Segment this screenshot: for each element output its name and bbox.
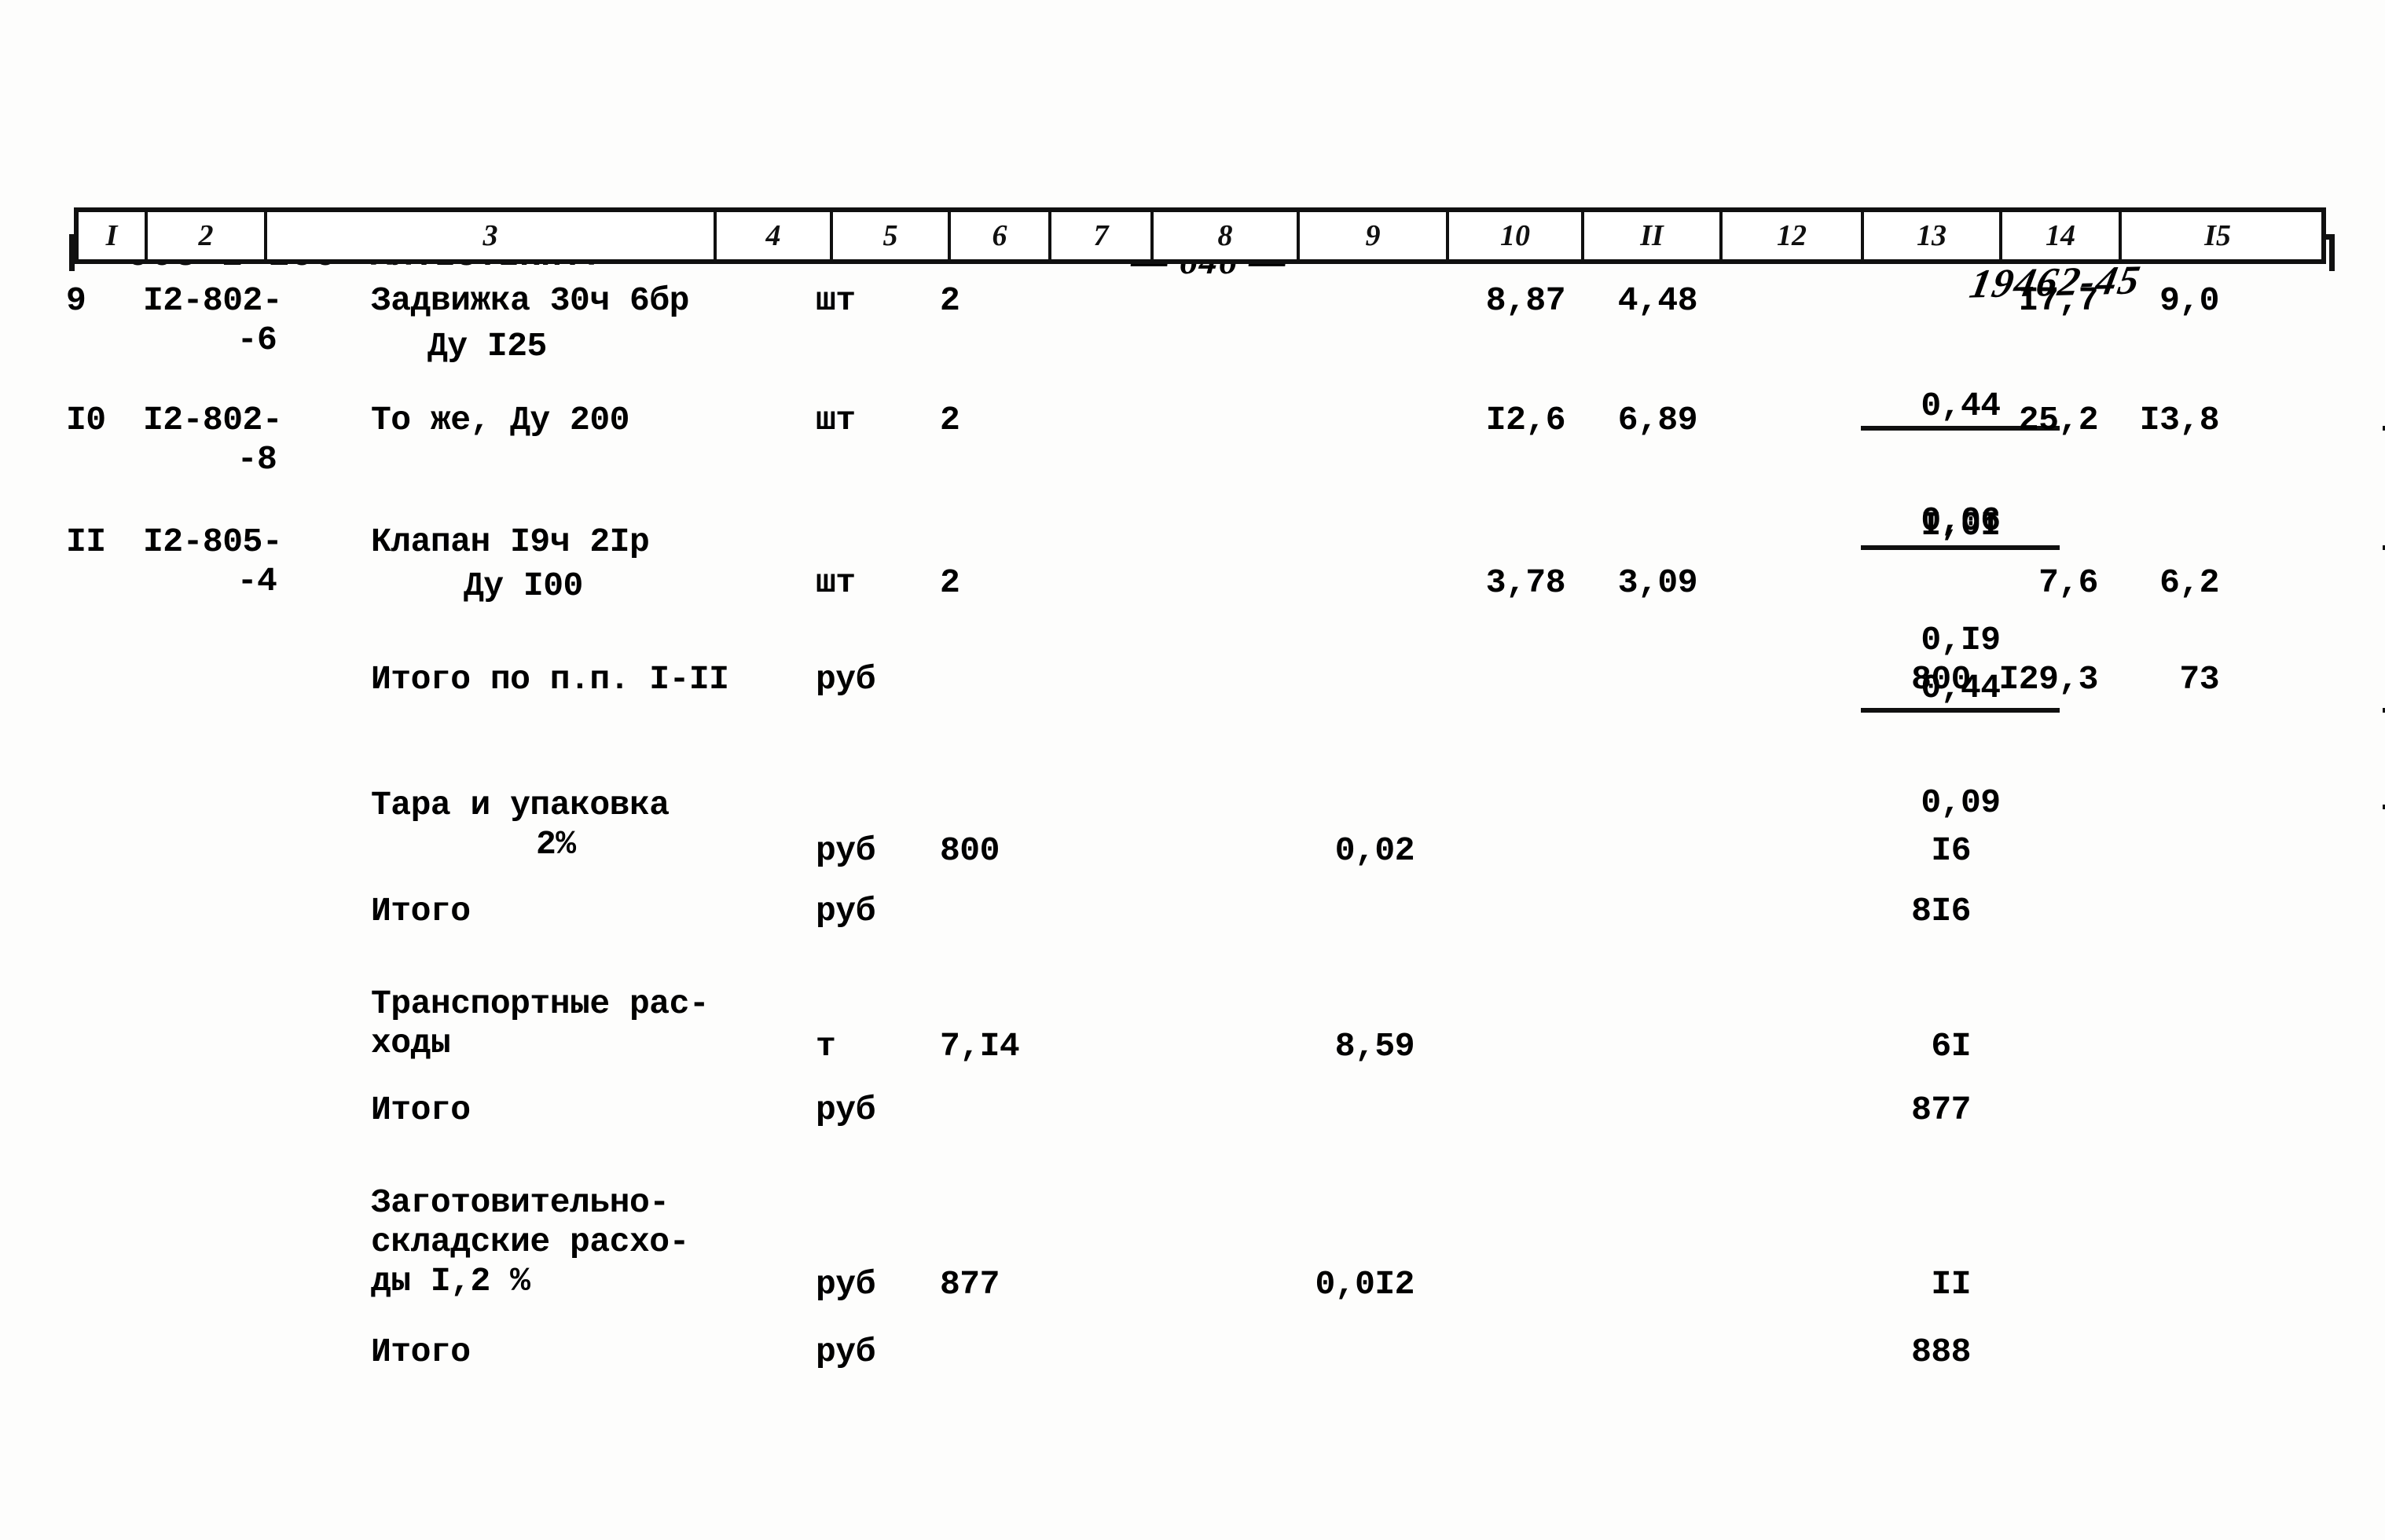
row-position-number: 9 bbox=[66, 281, 86, 320]
row-col10-value: 3,09 bbox=[1617, 563, 1698, 602]
summary-rate-value: 0,0I2 bbox=[1315, 1265, 1414, 1304]
summary-label-line1: Заготовительно- bbox=[371, 1183, 670, 1222]
summary-unit: руб bbox=[816, 892, 875, 930]
column-header-11: II bbox=[1584, 212, 1723, 259]
column-header-13: 13 bbox=[1864, 212, 2002, 259]
summary-col14-value: 73 bbox=[2179, 660, 2219, 698]
column-header-8: 8 bbox=[1154, 212, 1300, 259]
summary-label-line2: складские расхо- bbox=[371, 1223, 689, 1261]
row-position-number: I0 bbox=[66, 401, 106, 439]
summary-row-total-1: Итого руб 8I6 bbox=[0, 893, 2385, 986]
summary-col12-value: II bbox=[1931, 1265, 1971, 1304]
row-quantity: 2 bbox=[940, 281, 960, 320]
summary-base-value: 7,I4 bbox=[940, 1027, 1020, 1065]
row-unit: шт bbox=[816, 281, 856, 320]
summary-col12-value: 6I bbox=[1931, 1027, 1971, 1065]
summary-rate-value: 8,59 bbox=[1334, 1027, 1415, 1065]
row-quantity: 2 bbox=[940, 563, 960, 602]
row-unit: шт bbox=[816, 563, 856, 602]
row-price-code-line2-text: -8 bbox=[237, 440, 277, 478]
row-price-code-line1: I2-802- bbox=[143, 281, 283, 320]
row-price-code-line2-text: -6 bbox=[237, 321, 277, 359]
row-col9-value: 3,78 bbox=[1485, 563, 1566, 602]
row-unit: шт bbox=[816, 401, 856, 439]
row-col9-value: I2,6 bbox=[1485, 401, 1566, 439]
table-row: I0 I2-802- -8 То же, Ду 200 шт 2 I2,6 6,… bbox=[0, 401, 2385, 658]
row-col14-value: I3,8 bbox=[2139, 401, 2220, 439]
column-header-10: 10 bbox=[1449, 212, 1584, 259]
summary-col12-value: 888 bbox=[1911, 1333, 1971, 1371]
column-header-1: I bbox=[79, 212, 148, 259]
row-price-code-line2-text: -4 bbox=[237, 562, 277, 600]
summary-row-transport: Транспортные рас- ходы т 7,I4 8,59 6I bbox=[0, 986, 2385, 1092]
column-header-3: 3 bbox=[267, 212, 717, 259]
row-col13-value: 25,2 bbox=[2018, 401, 2099, 439]
row-col14-value: 6,2 bbox=[2159, 563, 2219, 602]
column-number-band: I 2 3 4 5 6 7 8 9 10 II 12 13 14 I5 bbox=[74, 207, 2326, 264]
row-price-code-line2: -6 bbox=[143, 322, 371, 358]
row-item-name-line1: Задвижка 30ч 6бр bbox=[371, 281, 689, 320]
row-price-code-line1: I2-802- bbox=[143, 401, 283, 439]
table-row: II I2-805- -4 Клапан I9ч 2Iр Ду I00 шт 2… bbox=[0, 522, 2385, 820]
summary-row-subtotal-items: Итого по п.п. I-II руб 800 I29,3 73 I4,8… bbox=[0, 660, 2385, 809]
summary-col12-value: I6 bbox=[1931, 831, 1971, 870]
summary-rate-value: 0,02 bbox=[1334, 831, 1415, 870]
summary-col13-value: I29,3 bbox=[1998, 660, 2098, 698]
summary-row-packaging: Тара и упаковка 2% руб 800 0,02 I6 bbox=[0, 787, 2385, 893]
column-header-2: 2 bbox=[148, 212, 267, 259]
summary-col12-value: 877 bbox=[1911, 1091, 1971, 1129]
row-item-name-line1: То же, Ду 200 bbox=[371, 401, 629, 439]
summary-base-value: 877 bbox=[940, 1265, 1000, 1304]
row-price-code-line2: -8 bbox=[143, 442, 371, 478]
summary-label-line1: Тара и упаковка bbox=[371, 786, 670, 824]
row-col10-value: 4,48 bbox=[1617, 281, 1698, 320]
column-header-12: 12 bbox=[1723, 212, 1864, 259]
row-price-code-line2: -4 bbox=[143, 563, 371, 600]
summary-unit: руб bbox=[816, 831, 875, 870]
estimate-table: 9 I2-802- -6 Задвижка 30ч 6бр Ду I25 шт … bbox=[0, 283, 2385, 1427]
summary-row-total-2: Итого руб 877 bbox=[0, 1092, 2385, 1185]
summary-unit: руб bbox=[816, 1091, 875, 1129]
summary-row-total-final: Итого руб 888 bbox=[0, 1334, 2385, 1427]
summary-col12-value: 800 bbox=[1911, 660, 1971, 698]
column-header-6: 6 bbox=[951, 212, 1051, 259]
row-item-name-line2: Ду I00 bbox=[464, 566, 583, 605]
summary-unit: руб bbox=[816, 660, 875, 698]
summary-row-procurement: Заготовительно- складские расхо- ды I,2 … bbox=[0, 1185, 2385, 1334]
row-col13-value: 7,6 bbox=[2038, 563, 2098, 602]
summary-unit: руб bbox=[816, 1265, 875, 1304]
row-item-name-line1: Клапан I9ч 2Iр bbox=[371, 522, 650, 561]
row-col14-value: 9,0 bbox=[2159, 281, 2219, 320]
column-header-15: I5 bbox=[2204, 219, 2231, 252]
document-page: 903-I-I99 Ал.I3.Iкн.7 — 646 — 19462-45 I… bbox=[0, 0, 2385, 1540]
row-position-number: II bbox=[66, 522, 106, 561]
summary-col12-value: 8I6 bbox=[1911, 892, 1971, 930]
summary-label-line1: Транспортные рас- bbox=[371, 984, 710, 1023]
table-row: 9 I2-802- -6 Задвижка 30ч 6бр Ду I25 шт … bbox=[0, 281, 2385, 538]
row-col13-value: I7,7 bbox=[2018, 281, 2099, 320]
row-price-code-line1: I2-805- bbox=[143, 522, 283, 561]
summary-unit: т bbox=[816, 1027, 836, 1065]
summary-percent-value: 2% bbox=[536, 825, 576, 864]
column-header-14: 14 bbox=[2002, 212, 2122, 259]
column-header-4: 4 bbox=[717, 212, 833, 259]
summary-unit: руб bbox=[816, 1333, 875, 1371]
summary-base-value: 800 bbox=[940, 831, 1000, 870]
row-col9-value: 8,87 bbox=[1485, 281, 1566, 320]
column-header-5: 5 bbox=[833, 212, 951, 259]
column-header-7: 7 bbox=[1051, 212, 1154, 259]
row-item-name-line2: Ду I25 bbox=[427, 327, 547, 365]
column-header-9: 9 bbox=[1300, 212, 1449, 259]
row-col10-value: 6,89 bbox=[1617, 401, 1698, 439]
row-quantity: 2 bbox=[940, 401, 960, 439]
page-header: 903-I-I99 Ал.I3.Iкн.7 — 646 — 19462-45 bbox=[0, 116, 2385, 307]
